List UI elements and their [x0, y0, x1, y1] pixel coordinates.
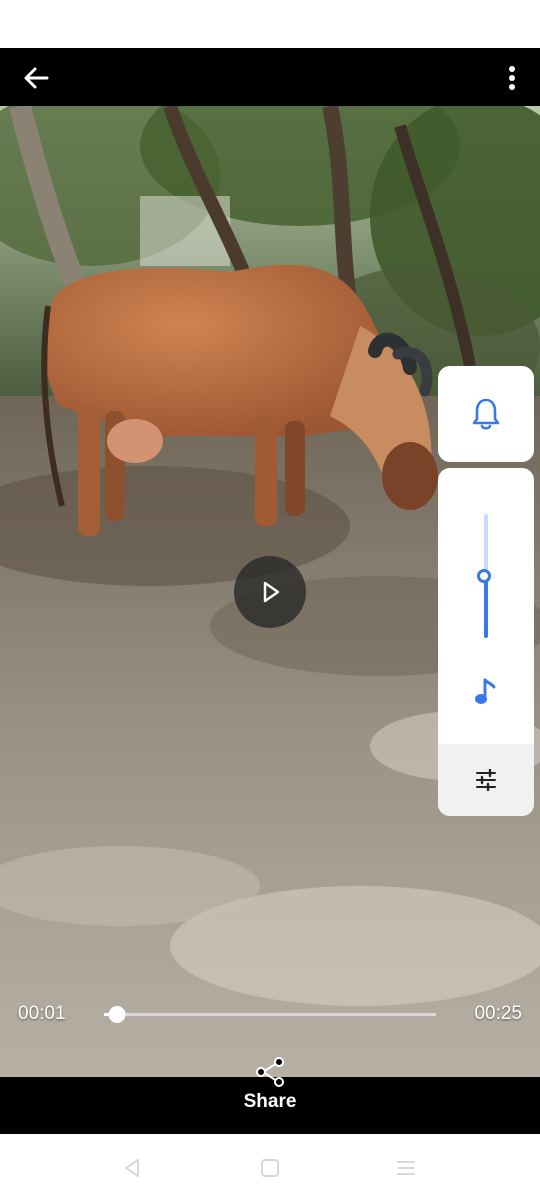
seek-bar[interactable] [104, 1006, 436, 1023]
nav-recents-menu-icon [397, 1161, 415, 1175]
total-duration: 00:25 [474, 1003, 522, 1024]
nav-back-triangle-icon [125, 1159, 139, 1177]
share-label: Share [243, 1091, 297, 1112]
share-button[interactable]: Share [230, 1057, 310, 1129]
video-player[interactable]: 00:01 00:25 [0, 106, 540, 1077]
volume-slider-handle[interactable] [477, 569, 491, 583]
volume-level-fill [484, 576, 488, 638]
share-icon [256, 1057, 284, 1087]
current-time: 00:01 [18, 1003, 66, 1024]
status-bar [0, 0, 540, 48]
arrow-left-icon [24, 67, 49, 89]
nav-home-button[interactable] [256, 1154, 284, 1182]
nav-recents-button[interactable] [392, 1154, 420, 1182]
volume-slider[interactable] [477, 514, 491, 638]
play-button[interactable] [234, 556, 306, 628]
media-volume-button[interactable] [470, 676, 502, 708]
seek-handle[interactable] [108, 1006, 126, 1023]
system-navigation-bar [0, 1134, 540, 1200]
bottom-action-bar: Share [0, 1057, 540, 1134]
top-app-bar [0, 48, 540, 106]
more-vertical-icon [509, 66, 515, 90]
equalizer-icon [476, 769, 496, 791]
play-icon [263, 581, 280, 603]
music-note-icon [475, 678, 496, 704]
nav-home-square-icon [261, 1159, 279, 1177]
bell-icon [472, 398, 500, 430]
nav-back-button[interactable] [118, 1154, 146, 1182]
back-button[interactable] [14, 56, 58, 100]
ringtone-panel[interactable] [438, 366, 534, 462]
volume-panel [438, 468, 534, 816]
sound-settings-button[interactable] [438, 744, 534, 816]
more-options-button[interactable] [496, 56, 528, 100]
